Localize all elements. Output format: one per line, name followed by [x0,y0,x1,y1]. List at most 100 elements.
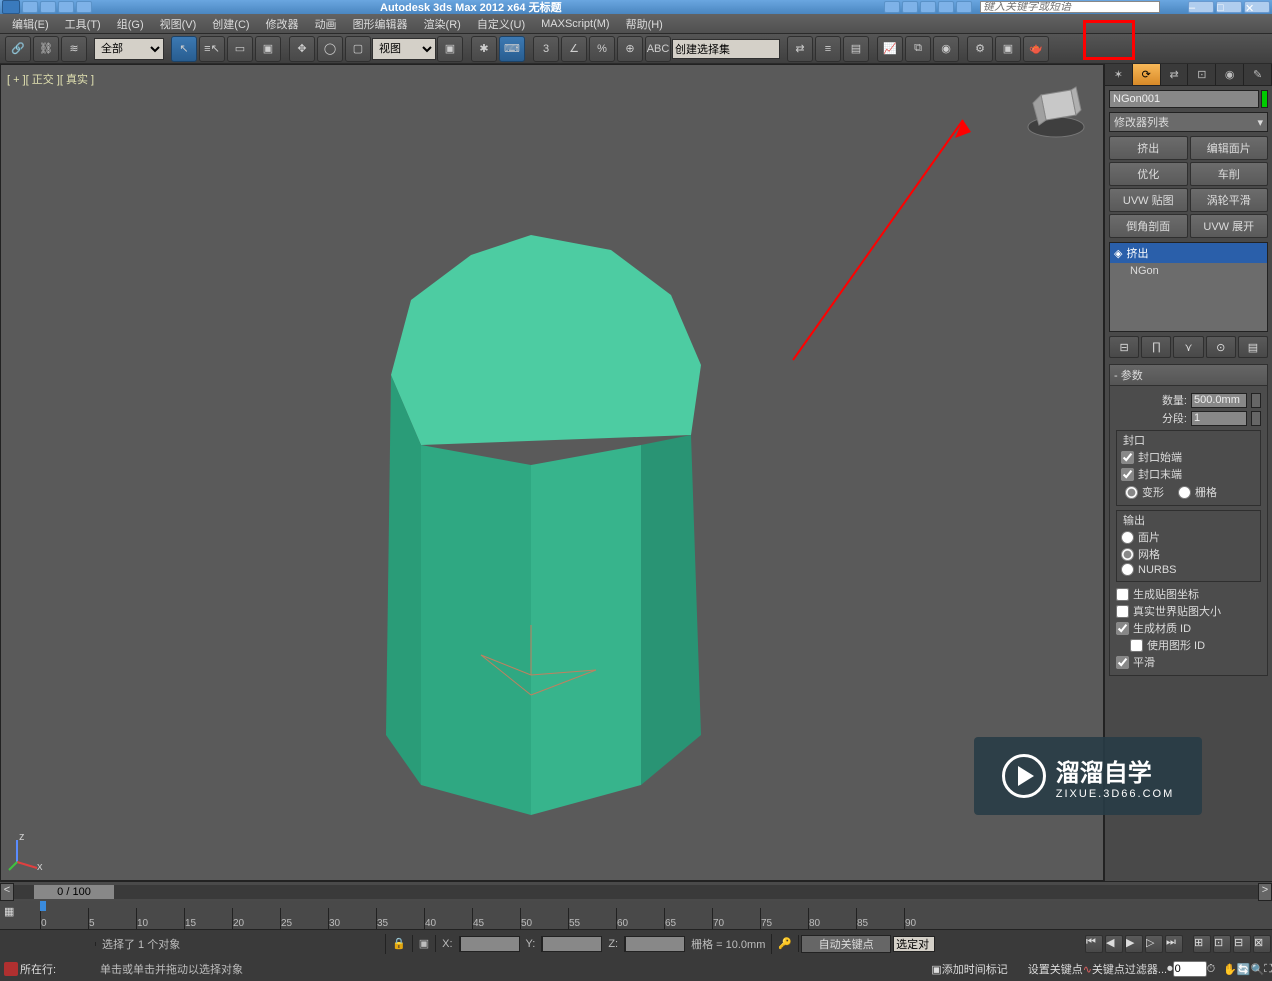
align-icon[interactable]: ≡ [815,36,841,62]
render-setup-icon[interactable]: ⚙ [967,36,993,62]
percent-snap-icon[interactable]: % [589,36,615,62]
time-prev-icon[interactable]: < [0,883,14,901]
unlink-icon[interactable]: ⛓ [33,36,59,62]
mod-bevelprofile[interactable]: 倒角剖面 [1109,214,1188,238]
output-nurbs-radio[interactable]: NURBS [1121,563,1256,576]
app-icon[interactable] [2,0,20,14]
opt-matid-checkbox[interactable]: 生成材质 ID [1116,620,1261,636]
viewport-label[interactable]: [ + ][ 正交 ][ 真实 ] [7,71,94,87]
menu-animation[interactable]: 动画 [307,14,345,34]
tab-create[interactable]: ✶ [1105,64,1133,85]
bulb-icon[interactable]: ◈ [1114,247,1122,260]
tab-modify[interactable]: ⟳ [1133,64,1161,85]
redo-icon[interactable] [40,1,56,13]
z-input[interactable] [625,936,685,952]
window-crossing-icon[interactable]: ▣ [255,36,281,62]
rollout-header[interactable]: - 参数 [1110,365,1267,386]
spinner-icon[interactable] [1251,393,1261,408]
output-patch-radio[interactable]: 面片 [1121,529,1256,545]
select-object-icon[interactable]: ↖ [171,36,197,62]
script-rec-icon[interactable] [4,962,18,976]
search-icon[interactable] [884,1,900,13]
rendered-frame-icon[interactable]: ▣ [995,36,1021,62]
menu-tools[interactable]: 工具(T) [57,14,109,34]
current-frame-input[interactable] [1173,961,1207,977]
menu-modifiers[interactable]: 修改器 [258,14,307,34]
menu-rendering[interactable]: 渲染(R) [416,14,469,34]
rect-region-icon[interactable]: ▭ [227,36,253,62]
cap-start-checkbox[interactable]: 封口始端 [1121,449,1256,465]
menu-graph-editors[interactable]: 图形编辑器 [345,14,416,34]
time-slider[interactable]: < 0 / 100 > [0,881,1272,901]
remove-modifier-icon[interactable]: ⊙ [1206,336,1236,358]
curve-editor-icon[interactable]: 📈 [877,36,903,62]
key-lock-icon[interactable]: 🔑 [772,935,799,952]
select-by-name-icon[interactable]: ≡↖ [199,36,225,62]
use-pivot-center-icon[interactable]: ▣ [437,36,463,62]
modifier-list-dropdown[interactable]: 修改器列表 ▾ [1109,112,1268,132]
y-input[interactable] [542,936,602,952]
stack-item-extrude[interactable]: ◈ 挤出 [1110,243,1267,263]
param-segments-input[interactable] [1191,411,1247,426]
mod-turbosmooth[interactable]: 涡轮平滑 [1190,188,1269,212]
goto-start-icon[interactable]: ⏮ [1085,935,1103,953]
show-end-result-icon[interactable]: ∏ [1141,336,1171,358]
prev-frame-icon[interactable]: ◀ [1105,935,1123,953]
named-selection-dropdown[interactable] [672,39,780,59]
menu-views[interactable]: 视图(V) [152,14,205,34]
opt-realworld-checkbox[interactable]: 真实世界贴图大小 [1116,603,1261,619]
viewport[interactable]: [ + ][ 正交 ][ 真实 ] [0,64,1104,881]
spinner-icon[interactable] [1251,411,1261,426]
close-button[interactable]: ✕ [1244,1,1270,13]
key-target-dropdown[interactable] [893,936,935,952]
x-input[interactable] [460,936,520,952]
save-icon[interactable] [58,1,74,13]
edit-named-sel-icon[interactable]: ABC [645,36,671,62]
tab-motion[interactable]: ⊡ [1188,64,1216,85]
output-mesh-radio[interactable]: 网格 [1121,546,1256,562]
next-frame-icon[interactable]: ▷ [1145,935,1163,953]
viewcube[interactable] [1021,75,1091,145]
ref-coord-dropdown[interactable]: 视图 [372,38,436,60]
mirror-icon[interactable]: ⇄ [787,36,813,62]
manipulate-icon[interactable]: ✱ [471,36,497,62]
exchange-icon[interactable] [920,1,936,13]
zoom-icon[interactable]: 🔍 [1251,963,1265,976]
layers-icon[interactable]: ▤ [843,36,869,62]
autokey-button[interactable]: 自动关键点 [801,935,891,953]
viewport-nav-1-icon[interactable]: ⊞ [1193,935,1211,953]
time-config-icon[interactable]: ⏱ [1207,963,1216,976]
menu-customize[interactable]: 自定义(U) [469,14,533,34]
max-viewport-icon[interactable]: ⛶ [1264,963,1272,976]
add-time-tag[interactable]: 添加时间标记 [942,961,1008,977]
menu-edit[interactable]: 编辑(E) [4,14,57,34]
link-icon[interactable]: 🔗 [5,36,31,62]
signin-icon[interactable] [902,1,918,13]
time-tag-toggle-icon[interactable]: ▣ [931,963,941,976]
render-icon[interactable]: 🫖 [1023,36,1049,62]
mod-uvwunwrap[interactable]: UVW 展开 [1190,214,1269,238]
orbit-icon[interactable]: 🔄 [1237,963,1251,976]
opt-genmap-checkbox[interactable]: 生成贴图坐标 [1116,586,1261,602]
schematic-view-icon[interactable]: ⧉ [905,36,931,62]
stack-item-ngon[interactable]: NGon [1110,263,1267,279]
keyboard-shortcut-icon[interactable]: ⌨ [499,36,525,62]
setkey-button[interactable]: 设置关键点 [1028,961,1083,977]
tab-hierarchy[interactable]: ⇄ [1161,64,1189,85]
selection-filter-dropdown[interactable]: 全部 [94,38,164,60]
viewport-object-ngon[interactable] [331,215,751,855]
help-icon[interactable] [956,1,972,13]
make-unique-icon[interactable]: ⋎ [1173,336,1203,358]
param-amount-input[interactable] [1191,393,1247,408]
material-editor-icon[interactable]: ◉ [933,36,959,62]
viewport-nav-4-icon[interactable]: ⊠ [1253,935,1271,953]
key-filters-button[interactable]: 关键点过滤器... [1092,961,1167,977]
mod-extrude[interactable]: 挤出 [1109,136,1188,160]
opt-shapeid-checkbox[interactable]: 使用图形 ID [1116,637,1261,653]
move-icon[interactable]: ✥ [289,36,315,62]
time-slider-handle[interactable]: 0 / 100 [34,885,114,899]
modifier-stack[interactable]: ◈ 挤出 NGon [1109,242,1268,332]
goto-end-icon[interactable]: ⏭ [1165,935,1183,953]
isolate-icon[interactable]: ▣ [413,935,436,952]
mod-editpatch[interactable]: 编辑面片 [1190,136,1269,160]
